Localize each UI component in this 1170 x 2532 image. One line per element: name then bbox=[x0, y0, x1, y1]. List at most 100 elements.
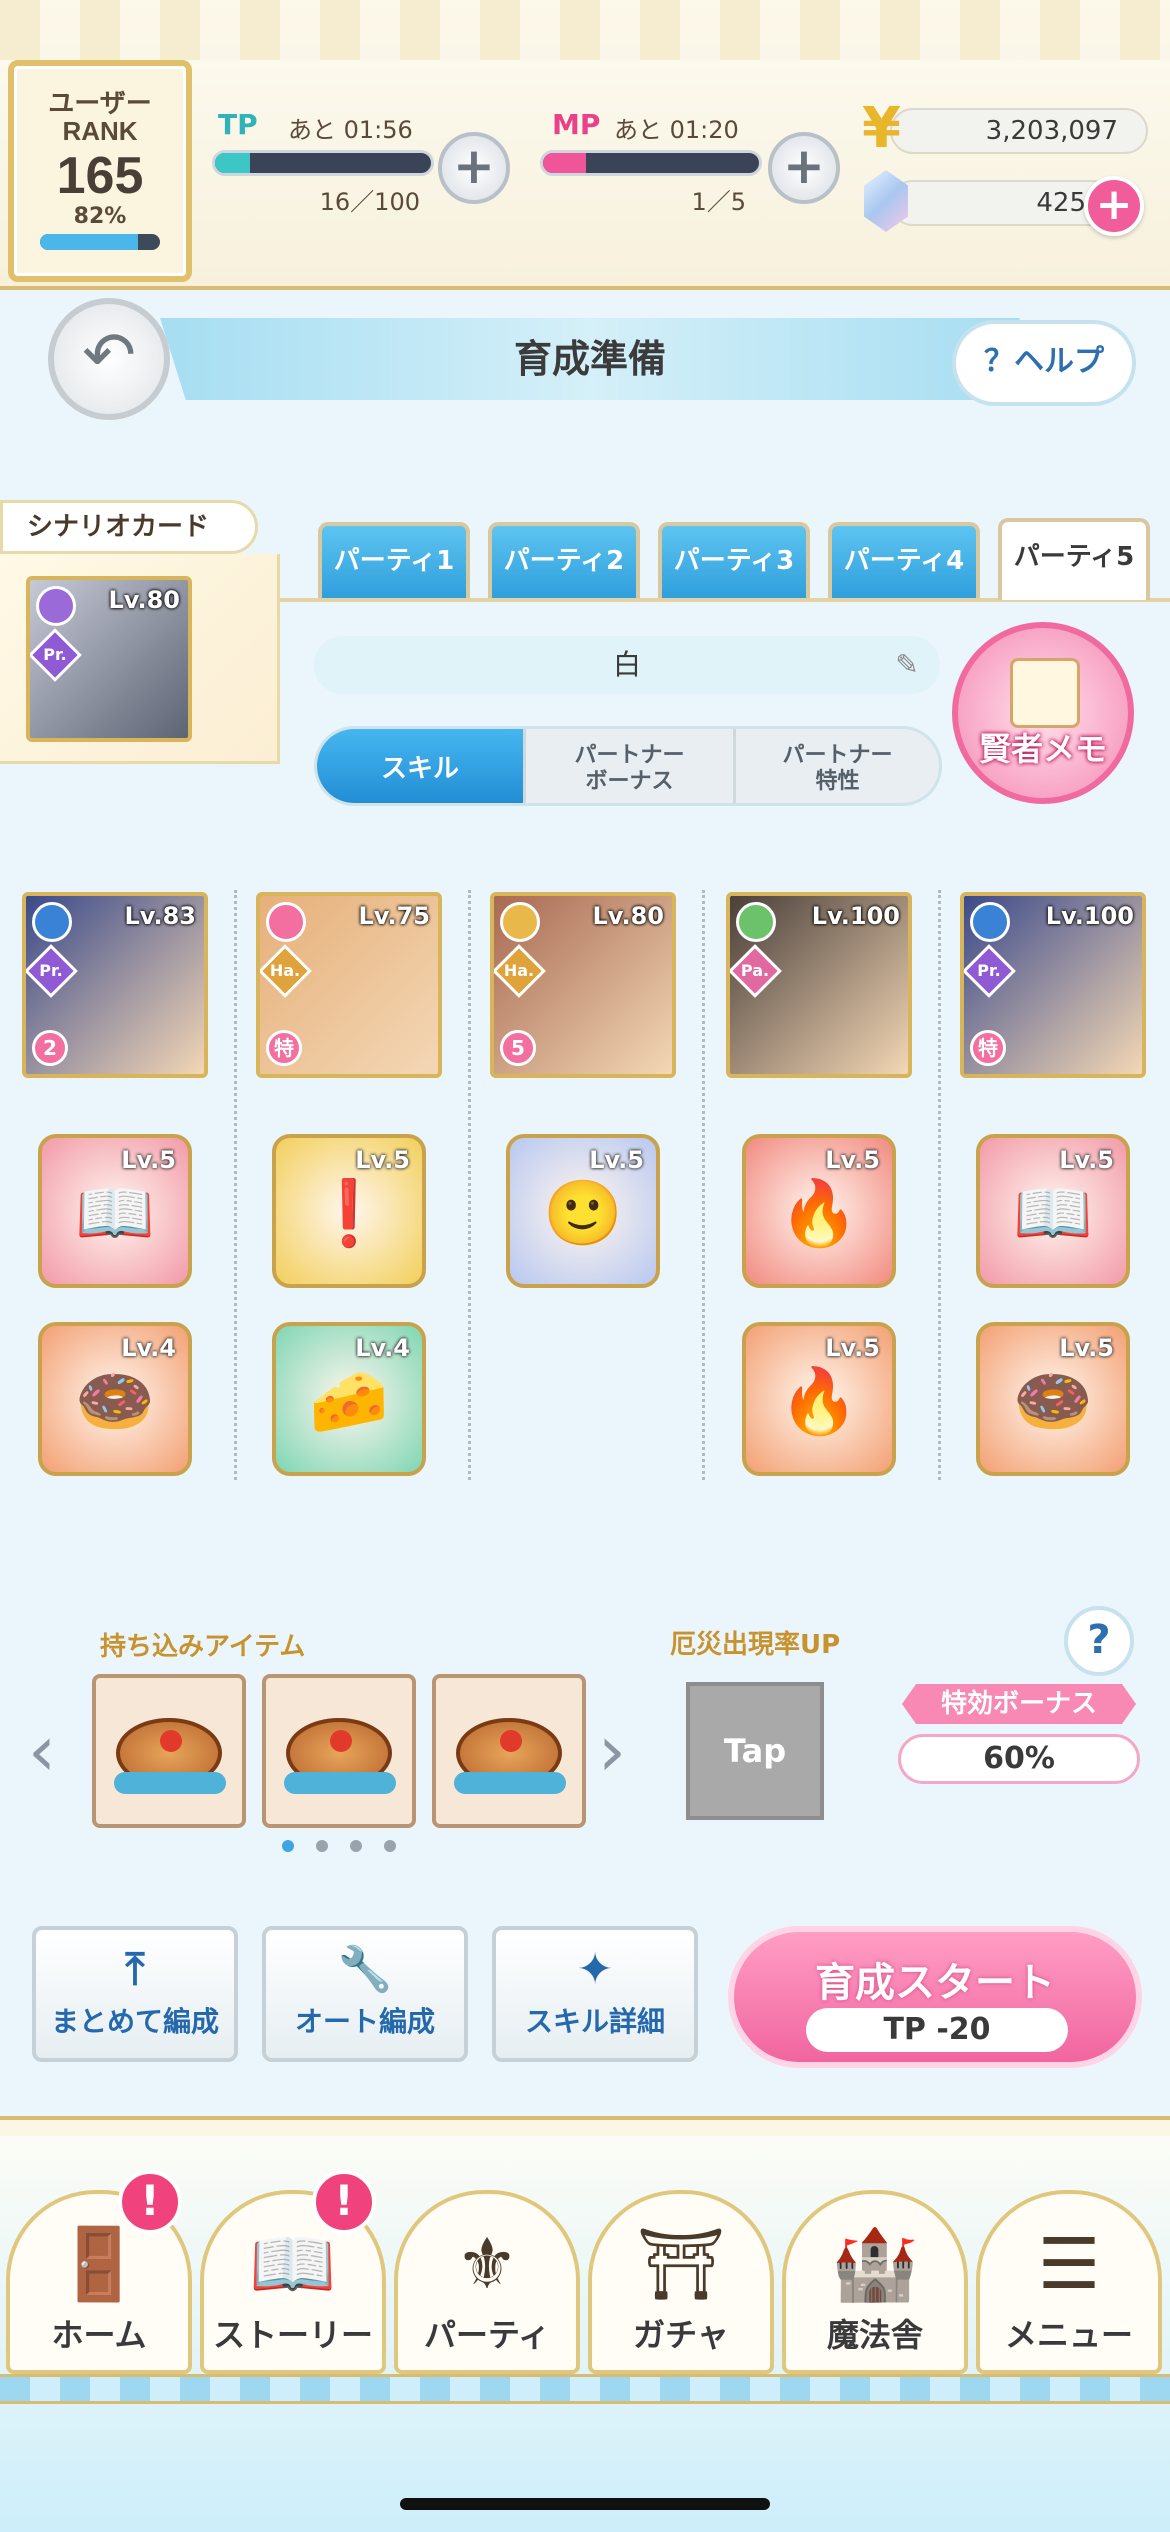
tp-timer: あと 01:56 bbox=[288, 116, 413, 144]
page-dot[interactable] bbox=[350, 1840, 362, 1852]
carry-item-slot[interactable] bbox=[262, 1674, 416, 1828]
nav-label: ガチャ bbox=[633, 2316, 729, 2354]
scenario-card[interactable]: Lv.80 Pr. bbox=[26, 576, 192, 742]
tab-party-3[interactable]: パーティ3 bbox=[658, 522, 810, 598]
action-upload-button[interactable]: ⤒ まとめて編成 bbox=[32, 1926, 238, 2062]
rank-progress-bar bbox=[40, 234, 160, 250]
mp-label: MP bbox=[552, 108, 601, 141]
rarity-type-icon: Pr. bbox=[964, 944, 1016, 998]
nav-item-castle[interactable]: 🏰 魔法舎 bbox=[782, 2190, 968, 2374]
disaster-tap-slot[interactable]: Tap bbox=[686, 1682, 824, 1820]
carry-item-slot[interactable] bbox=[432, 1674, 586, 1828]
tp-plus-button[interactable]: + bbox=[438, 132, 510, 204]
start-training-button[interactable]: 育成スタート TP -20 bbox=[728, 1926, 1142, 2068]
tp-label: TP bbox=[218, 108, 258, 141]
carry-item-slot[interactable] bbox=[92, 1674, 246, 1828]
action-sparkle-button[interactable]: ✦ スキル詳細 bbox=[492, 1926, 698, 2062]
skill-level: Lv.5 bbox=[825, 1146, 880, 1174]
skill-icon[interactable]: Lv.4 🍩 bbox=[38, 1322, 192, 1476]
rarity-type-icon: Pr. bbox=[30, 628, 82, 682]
gem-plus-button[interactable]: + bbox=[1084, 176, 1144, 236]
skill-icon[interactable]: Lv.5 📖 bbox=[38, 1134, 192, 1288]
party-name-field[interactable]: 白 ✎ bbox=[314, 636, 940, 694]
skill-glyph-icon: 📖 bbox=[75, 1177, 155, 1251]
segment-label: パートナー ボーナス bbox=[574, 743, 685, 794]
nav-label: ストーリー bbox=[212, 2316, 373, 2354]
skill-icon[interactable]: Lv.5 ❗ bbox=[272, 1134, 426, 1288]
page-dot[interactable] bbox=[316, 1840, 328, 1852]
scenario-card-type: Pr. bbox=[43, 645, 67, 664]
skill-icon[interactable]: Lv.5 🔥 bbox=[742, 1322, 896, 1476]
character-badge: 特 bbox=[970, 1030, 1006, 1066]
column-divider bbox=[938, 890, 941, 1480]
skill-icon[interactable]: Lv.5 🙂 bbox=[506, 1134, 660, 1288]
rarity-type-icon: Ha. bbox=[494, 944, 546, 998]
nav-label: 魔法舎 bbox=[826, 2316, 923, 2354]
nav-label: パーティ bbox=[423, 2316, 551, 2354]
gold-amount: 3,203,097 bbox=[890, 108, 1148, 154]
nav-label: メニュー bbox=[1004, 2316, 1133, 2354]
segment-partner-trait[interactable]: パートナー 特性 bbox=[733, 729, 939, 803]
mp-plus-button[interactable]: + bbox=[768, 132, 840, 204]
character-level: Lv.80 bbox=[592, 902, 665, 930]
gem-amount: 425 bbox=[890, 180, 1116, 226]
tab-party-5[interactable]: パーティ5 bbox=[998, 518, 1150, 600]
jam-dot bbox=[330, 1730, 352, 1752]
rarity-type-icon: Pr. bbox=[26, 944, 78, 998]
skill-icon[interactable]: Lv.4 🧀 bbox=[272, 1322, 426, 1476]
character-card[interactable]: Lv.100 Pr. 特 bbox=[960, 892, 1146, 1078]
items-prev-arrow[interactable]: ‹ bbox=[28, 1710, 56, 1792]
character-type: Ha. bbox=[503, 961, 535, 980]
character-card[interactable]: Lv.80 Ha. 5 bbox=[490, 892, 676, 1078]
skill-level: Lv.5 bbox=[1059, 1146, 1114, 1174]
page-dot[interactable] bbox=[282, 1840, 294, 1852]
bonus-help-button[interactable]: ? bbox=[1064, 1606, 1134, 1676]
skill-icon[interactable]: Lv.5 📖 bbox=[976, 1134, 1130, 1288]
nav-item-list[interactable]: ☰ メニュー bbox=[976, 2190, 1162, 2374]
help-button[interactable]: ？ヘルプ bbox=[952, 320, 1136, 406]
tp-gauge-fill bbox=[215, 153, 250, 173]
character-card[interactable]: Lv.75 Ha. 特 bbox=[256, 892, 442, 1078]
action-label: オート編成 bbox=[294, 2005, 435, 2038]
tab-party-4[interactable]: パーティ4 bbox=[828, 522, 980, 598]
scenario-card-panel: シナリオカード Lv.80 Pr. bbox=[0, 500, 280, 764]
back-arrow-icon: ↶ bbox=[82, 319, 136, 393]
tab-party-2[interactable]: パーティ2 bbox=[488, 522, 640, 598]
skill-glyph-icon: 📖 bbox=[1013, 1177, 1093, 1251]
sage-memo-label: 賢者メモ bbox=[978, 730, 1107, 768]
list-icon: ☰ bbox=[1037, 2223, 1101, 2305]
page-title: 育成準備 bbox=[513, 337, 666, 381]
segment-partner-bonus[interactable]: パートナー ボーナス bbox=[523, 729, 733, 803]
character-type: Pr. bbox=[39, 961, 63, 980]
rarity-type-icon: Pa. bbox=[730, 944, 782, 998]
column-divider bbox=[468, 890, 471, 1480]
items-next-arrow[interactable]: › bbox=[598, 1710, 626, 1792]
sage-memo-button[interactable]: 賢者メモ bbox=[952, 622, 1134, 804]
nav-item-lily[interactable]: ⚜ パーティ bbox=[394, 2190, 580, 2374]
rank-value: 165 bbox=[56, 147, 144, 205]
page-dot[interactable] bbox=[384, 1840, 396, 1852]
home-indicator[interactable] bbox=[400, 2498, 770, 2510]
nav-item-gate[interactable]: ⛩ ガチャ bbox=[588, 2190, 774, 2374]
skill-icon[interactable]: Lv.5 🍩 bbox=[976, 1322, 1130, 1476]
action-wrench-button[interactable]: 🔧 オート編成 bbox=[262, 1926, 468, 2062]
tab-party-1[interactable]: パーティ1 bbox=[318, 522, 470, 598]
feather-pen-icon[interactable]: ✎ bbox=[892, 650, 922, 680]
skill-icon[interactable]: Lv.5 🔥 bbox=[742, 1134, 896, 1288]
user-rank-panel[interactable]: ユーザー RANK 165 82% bbox=[8, 60, 192, 282]
view-mode-segmented-control[interactable]: スキル パートナー ボーナス パートナー 特性 bbox=[314, 726, 942, 806]
attribute-icon bbox=[266, 902, 306, 942]
skill-glyph-icon: 🔥 bbox=[779, 1177, 859, 1251]
back-button[interactable]: ↶ bbox=[48, 298, 170, 420]
character-card[interactable]: Lv.83 Pr. 2 bbox=[22, 892, 208, 1078]
rank-percent: 82% bbox=[73, 204, 127, 229]
party-name: 白 bbox=[612, 648, 641, 681]
start-training-label: 育成スタート bbox=[815, 1960, 1055, 2006]
castle-icon: 🏰 bbox=[831, 2223, 919, 2305]
segment-skill[interactable]: スキル bbox=[317, 729, 523, 803]
tp-gauge bbox=[212, 150, 434, 176]
character-card[interactable]: Lv.100 Pa. bbox=[726, 892, 912, 1078]
alert-badge: ! bbox=[312, 2170, 376, 2234]
scenario-card-label: シナリオカード bbox=[0, 500, 258, 554]
skill-level: Lv.5 bbox=[825, 1334, 880, 1362]
